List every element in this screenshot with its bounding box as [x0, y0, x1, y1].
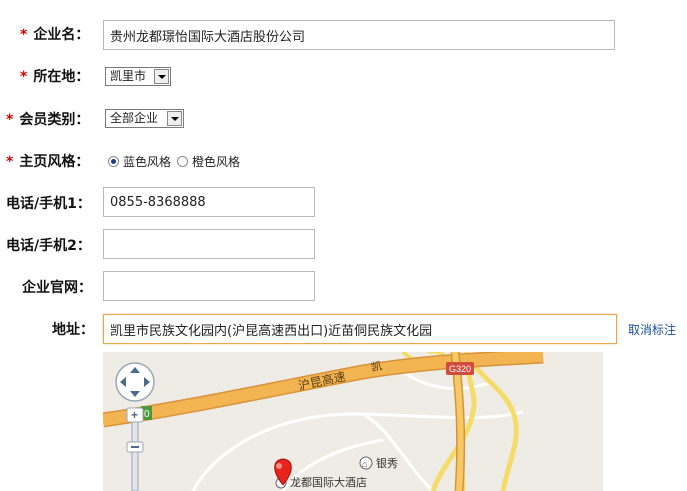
highway-label-2: 凯: [370, 359, 383, 374]
phone2-label: 电话/手机2：: [6, 238, 91, 254]
website-label: 企业官网：: [22, 280, 92, 296]
radio-blue-style-label: 蓝色风格: [123, 155, 172, 169]
map-view[interactable]: 沪昆高速 凯 G320 0 ⌂ 银秀 龙都国际大酒店 +: [103, 352, 603, 491]
phone1-input[interactable]: [103, 187, 315, 217]
company-name-label: * 企业名：: [20, 27, 90, 43]
radio-orange-style[interactable]: [177, 156, 189, 167]
website-input[interactable]: [103, 271, 315, 301]
chevron-down-icon: [154, 69, 169, 84]
member-type-label: * 会员类别：: [6, 112, 90, 128]
svg-text:+: +: [131, 408, 138, 422]
pan-control[interactable]: [115, 362, 155, 402]
location-label: * 所在地：: [20, 69, 90, 85]
member-type-select[interactable]: 全部企业: [105, 109, 184, 128]
bank-poi-label: 银秀: [376, 456, 398, 470]
required-marker: *: [6, 112, 14, 128]
svg-text:⌂: ⌂: [362, 459, 367, 469]
radio-blue-style[interactable]: [108, 156, 119, 167]
map-canvas: 沪昆高速 凯 G320 0 ⌂ 银秀 龙都国际大酒店 +: [103, 352, 544, 491]
address-label: 地址：: [52, 322, 94, 338]
company-name-input[interactable]: [103, 20, 615, 50]
location-select[interactable]: 凯里市: [105, 67, 171, 86]
phone1-label: 电话/手机1：: [6, 196, 91, 212]
route-badge-text: G320: [449, 364, 471, 374]
route-badge-2-text: 0: [144, 409, 150, 420]
chevron-down-icon: [167, 111, 182, 126]
required-marker: *: [6, 154, 14, 170]
minor-road: [362, 412, 435, 491]
phone2-input[interactable]: [103, 229, 315, 259]
required-marker: *: [20, 27, 28, 43]
highway-label: 沪昆高速: [297, 368, 347, 393]
zoom-in-button[interactable]: +: [126, 407, 144, 423]
required-marker: *: [20, 69, 28, 85]
home-style-label: * 主页风格：: [6, 154, 90, 170]
radio-orange-style-label: 橙色风格: [192, 155, 241, 169]
cancel-mark-link[interactable]: 取消标注: [628, 321, 676, 338]
hotel-poi-label: 龙都国际大酒店: [290, 475, 367, 489]
zoom-slider-track[interactable]: [131, 421, 139, 491]
home-style-options: 蓝色风格 橙色风格: [108, 153, 240, 170]
address-input[interactable]: [103, 314, 617, 344]
zoom-slider-handle[interactable]: [126, 441, 144, 453]
